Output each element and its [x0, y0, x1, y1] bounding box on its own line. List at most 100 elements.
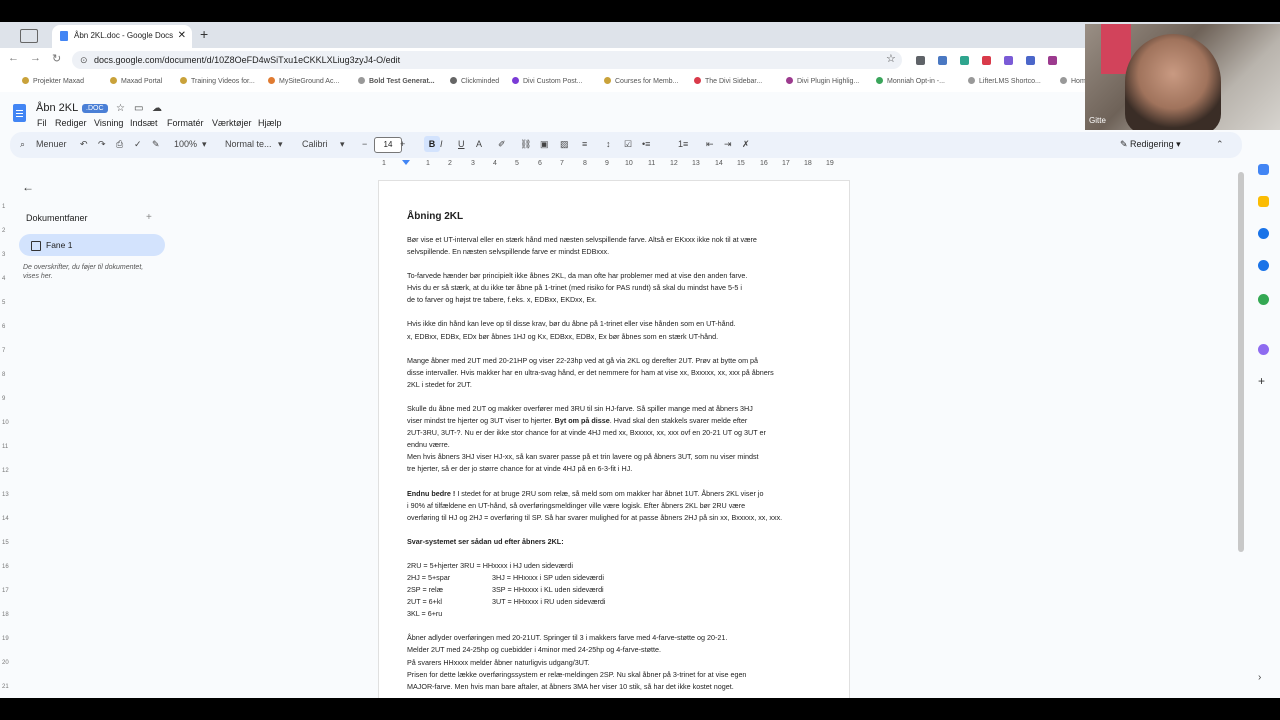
decrease-font-icon[interactable]: − — [362, 139, 367, 149]
docs-logo-icon[interactable] — [13, 104, 26, 122]
collapse-toolbar-icon[interactable]: ⌃ — [1216, 139, 1224, 150]
checklist-icon[interactable]: ☑ — [624, 139, 632, 150]
bookmark-item[interactable]: Maxad Portal — [110, 77, 162, 85]
cloud-status-icon[interactable]: ☁ — [152, 103, 162, 114]
clear-format-icon[interactable]: ✗ — [742, 139, 750, 150]
bookmark-item[interactable]: Training Videos for... — [180, 77, 255, 85]
address-bar[interactable]: ⊙ docs.google.com/document/d/10Z8OeFD4wS… — [72, 51, 902, 69]
document-page[interactable]: Åbning 2KL Bør vise et UT-interval eller… — [378, 180, 850, 698]
bookmark-item[interactable]: MySiteGround Ac... — [268, 77, 339, 85]
menu-search[interactable]: Menuer — [36, 139, 67, 149]
bookmark-item[interactable]: Hom — [1060, 77, 1086, 85]
bookmark-item[interactable]: The Divi Sidebar... — [694, 77, 762, 85]
bookmark-item[interactable]: Divi Custom Post... — [512, 77, 583, 85]
menu-insert[interactable]: Indsæt — [130, 118, 158, 128]
extension-icon-3[interactable] — [960, 56, 969, 65]
numbered-list-icon[interactable]: 1≡ — [678, 139, 688, 149]
text-color-icon[interactable]: A — [476, 139, 482, 149]
add-tab-icon[interactable]: + — [146, 212, 152, 223]
bookmark-item[interactable]: Monniah Opt-in -... — [876, 77, 945, 85]
extension-icon-4[interactable] — [982, 56, 991, 65]
underline-icon[interactable]: U — [458, 139, 465, 149]
tab-overview-icon[interactable] — [20, 29, 38, 43]
menu-format[interactable]: Formatér — [167, 118, 204, 128]
chevron-down-icon[interactable]: ▾ — [340, 139, 345, 150]
url-text: docs.google.com/document/d/10Z8OeFD4wSiT… — [94, 55, 401, 65]
bookmark-item[interactable]: Divi Plugin Highlig... — [786, 77, 859, 85]
vruler-tick: 19 — [2, 636, 9, 642]
increase-font-icon[interactable]: + — [400, 139, 405, 149]
ruler-tick: 1 — [426, 160, 430, 167]
decrease-indent-icon[interactable]: ⇤ — [706, 139, 714, 150]
bullet-list-icon[interactable]: •≡ — [642, 139, 650, 149]
calendar-icon[interactable] — [1258, 164, 1269, 175]
zoom-select[interactable]: 100% — [174, 139, 197, 149]
menu-tools[interactable]: Værktøjer — [212, 118, 252, 128]
extension-icon-2[interactable] — [938, 56, 947, 65]
extension-icon-1[interactable] — [916, 56, 925, 65]
italic-icon[interactable]: I — [440, 139, 443, 149]
image-icon[interactable]: ▨ — [560, 139, 569, 150]
vertical-scrollbar[interactable] — [1238, 172, 1244, 552]
horizontal-ruler[interactable]: 1 1 2 3 4 5 6 7 8 9 10 11 12 13 14 15 16… — [378, 159, 848, 171]
highlight-icon[interactable]: ✐ — [498, 139, 506, 150]
reload-icon[interactable]: ↻ — [52, 52, 61, 65]
bookmark-item[interactable]: Courses for Memb... — [604, 77, 678, 85]
align-icon[interactable]: ≡ — [582, 139, 587, 149]
bookmark-item[interactable]: Projekter Maxad — [22, 77, 84, 85]
increase-indent-icon[interactable]: ⇥ — [724, 139, 732, 150]
indent-marker-icon[interactable] — [402, 160, 410, 165]
gemini-icon[interactable] — [1258, 344, 1269, 355]
contacts-icon[interactable] — [1258, 260, 1269, 271]
bookmark-star-icon[interactable]: ☆ — [886, 52, 896, 65]
font-size-input[interactable]: 14 — [374, 137, 402, 153]
comment-icon[interactable]: ▣ — [540, 139, 549, 150]
menu-edit[interactable]: Rediger — [55, 118, 87, 128]
close-tab-icon[interactable]: ✕ — [178, 30, 186, 41]
browser-tab-active[interactable]: Åbn 2KL.doc - Google Docs ✕ — [52, 25, 192, 48]
add-addon-icon[interactable]: + — [1258, 375, 1269, 387]
video-call-tile[interactable]: Gitte — [1085, 24, 1280, 130]
chevron-down-icon[interactable]: ▾ — [202, 139, 207, 150]
bookmark-item[interactable]: Bold Test Generat... — [358, 77, 435, 85]
extension-icon-6[interactable] — [1026, 56, 1035, 65]
bookmark-item[interactable]: Clickminded — [450, 77, 499, 85]
search-icon[interactable]: ⌕ — [20, 139, 25, 150]
tasks-icon[interactable] — [1258, 228, 1269, 239]
new-tab-icon[interactable]: + — [200, 26, 208, 42]
document-tab-item[interactable]: Fane 1 — [19, 234, 165, 256]
star-icon[interactable]: ☆ — [116, 103, 125, 114]
font-select[interactable]: Calibri — [302, 139, 328, 149]
menu-help[interactable]: Hjælp — [258, 118, 282, 128]
undo-icon[interactable]: ↶ — [80, 139, 88, 150]
bookmark-item[interactable]: LifterLMS Shortco... — [968, 77, 1041, 85]
vruler-tick: 8 — [2, 372, 6, 378]
keep-icon[interactable] — [1258, 196, 1269, 207]
chevron-down-icon[interactable]: ▾ — [278, 139, 283, 150]
expand-panel-icon[interactable]: › — [1258, 672, 1261, 683]
menu-file[interactable]: Fil — [37, 118, 47, 128]
document-title[interactable]: Åbn 2KL — [36, 102, 78, 114]
vertical-ruler[interactable]: 1 2 3 4 5 6 7 8 9 10 11 12 13 14 15 16 1… — [0, 172, 10, 698]
back-icon[interactable]: ← — [8, 52, 19, 64]
link-icon[interactable]: ⛓ — [520, 139, 531, 150]
style-select[interactable]: Normal te... — [225, 139, 272, 149]
ruler-tick: 4 — [493, 160, 497, 167]
close-outline-icon[interactable]: ← — [22, 180, 34, 194]
redo-icon[interactable]: ↷ — [98, 139, 106, 150]
forward-icon[interactable]: → — [30, 52, 41, 64]
maps-icon[interactable] — [1258, 294, 1269, 305]
line-spacing-icon[interactable]: ↕ — [606, 139, 611, 149]
extension-icon-7[interactable] — [1048, 56, 1057, 65]
svar-row: 2UT = 6+kl 3UT = HHxxxx i RU uden sidevær… — [407, 596, 817, 608]
print-icon[interactable]: ⎙ — [116, 139, 123, 150]
extension-icon-5[interactable] — [1004, 56, 1013, 65]
menu-view[interactable]: Visning — [94, 118, 123, 128]
spellcheck-icon[interactable]: ✓ — [134, 139, 142, 150]
editing-mode-select[interactable]: ✎ Redigering ▾ — [1120, 139, 1181, 150]
move-folder-icon[interactable]: ▭ — [134, 103, 143, 114]
site-info-icon[interactable]: ⊙ — [80, 51, 88, 69]
bold-button[interactable]: B — [424, 136, 440, 152]
paragraph: Hvis ikke din hånd kan leve op til disse… — [407, 319, 736, 341]
paint-format-icon[interactable]: ✎ — [152, 139, 160, 150]
